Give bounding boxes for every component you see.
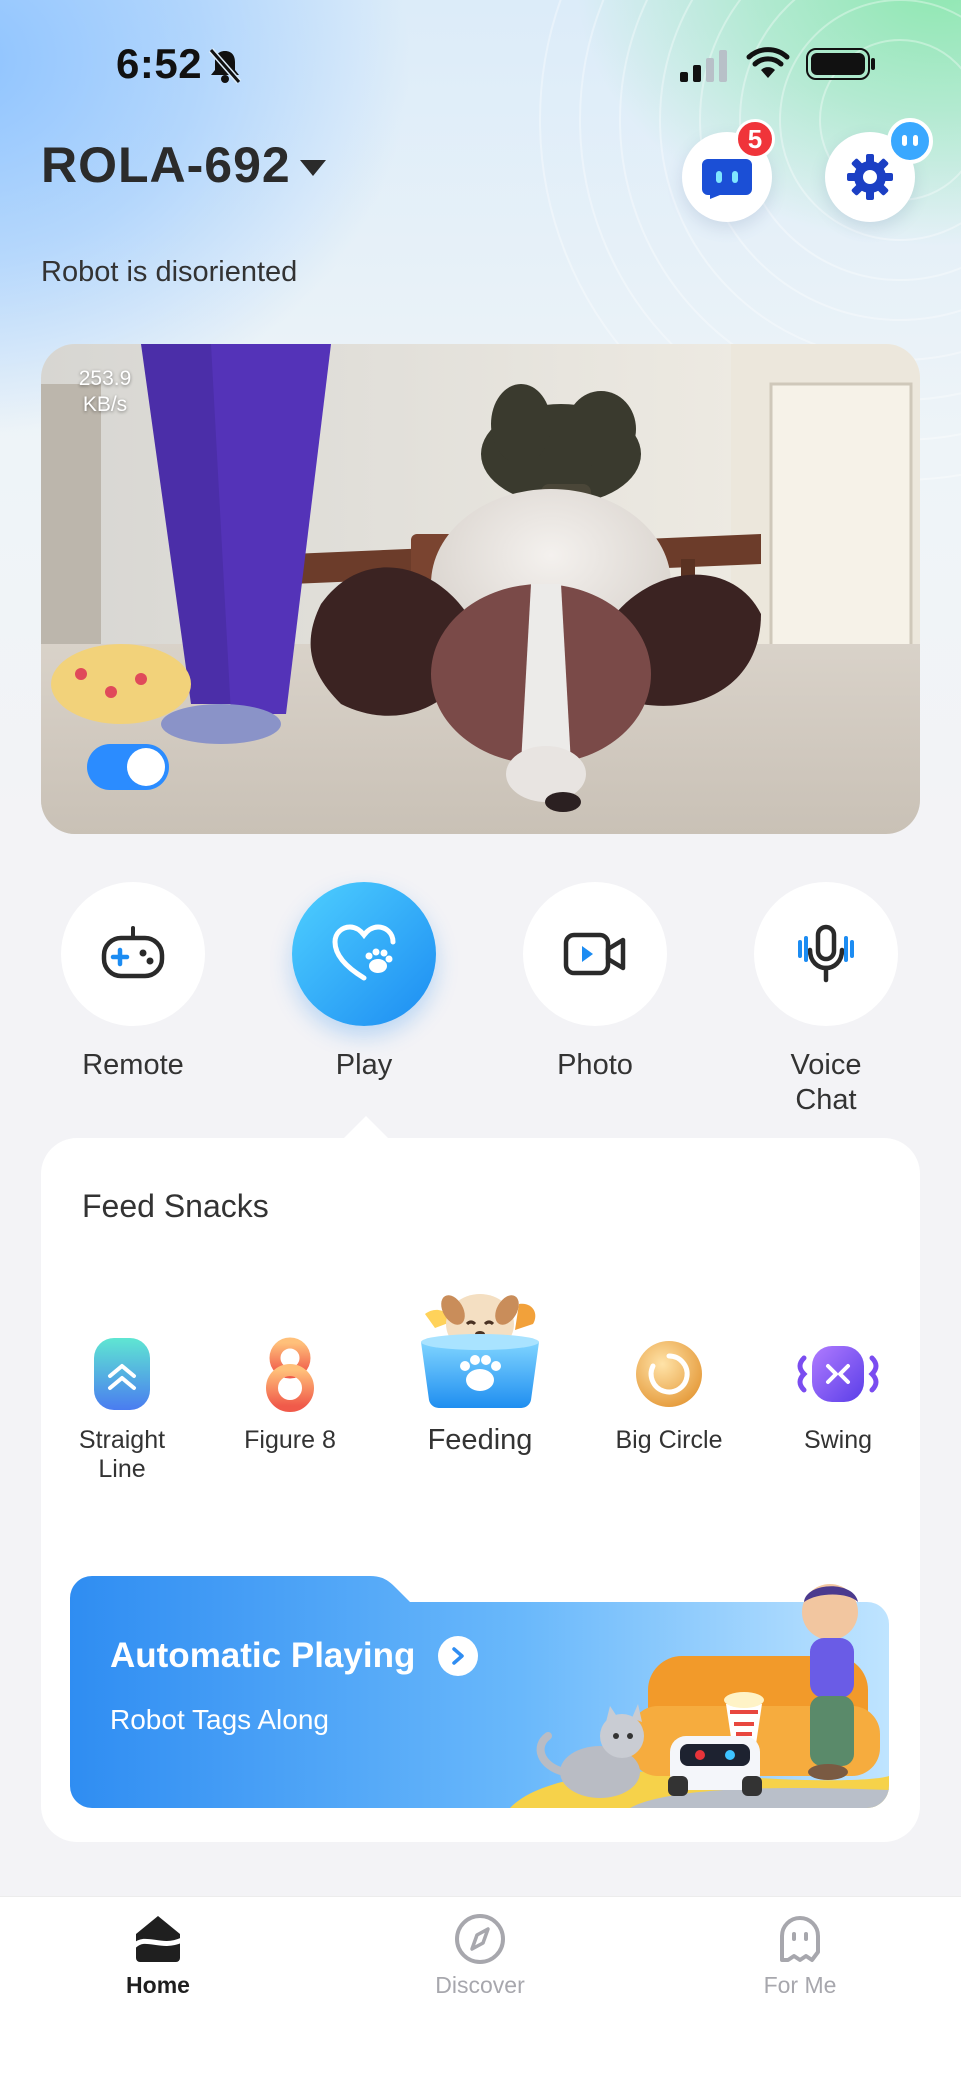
- banner-arrow-button[interactable]: [438, 1636, 478, 1676]
- banner-art: [70, 1576, 889, 1808]
- heart-paw-icon: [332, 924, 396, 981]
- gear-icon: [847, 154, 893, 200]
- bitrate-unit: KB/s: [82, 393, 128, 416]
- play-button[interactable]: [292, 882, 436, 1026]
- device-name[interactable]: ROLA-692: [41, 136, 291, 194]
- big-circle-label: Big Circle: [615, 1426, 723, 1454]
- big-circle-icon: [636, 1341, 702, 1407]
- clock: 6:52: [116, 40, 203, 87]
- bell-slash-icon: [208, 48, 242, 84]
- automatic-playing-banner[interactable]: [70, 1576, 889, 1808]
- compass-icon: [455, 1914, 505, 1964]
- camera-frame: [41, 344, 920, 834]
- figure-8-icon: [266, 1337, 314, 1412]
- tab-discover[interactable]: Discover: [400, 1912, 560, 1999]
- tab-for-me-label: For Me: [763, 1972, 837, 1998]
- bitrate-value: 253.9: [78, 367, 132, 390]
- toggle-knob: [127, 748, 165, 786]
- mode-feeding[interactable]: Feeding: [405, 1284, 555, 1455]
- mode-big-circle[interactable]: Big Circle: [604, 1336, 734, 1455]
- mode-figure-8[interactable]: Figure 8: [230, 1336, 350, 1455]
- notification-badge: 5: [735, 119, 775, 159]
- swing-icon: [797, 1346, 879, 1402]
- bitrate-readout: 253.9 KB/s: [62, 366, 148, 418]
- microphone-icon: [798, 924, 854, 983]
- tab-home[interactable]: Home: [78, 1912, 238, 1999]
- status-bar: 6:52: [0, 0, 961, 130]
- cellular-signal-icon: [680, 50, 727, 82]
- play-action[interactable]: Play: [292, 882, 436, 1083]
- photo-label: Photo: [557, 1049, 633, 1081]
- voice-chat-label-line2: Chat: [795, 1084, 857, 1116]
- voice-chat-action[interactable]: Voice Chat: [754, 882, 898, 1118]
- ghost-icon: [780, 1916, 820, 1962]
- banner-title: Automatic Playing: [110, 1636, 416, 1675]
- tab-for-me[interactable]: For Me: [720, 1912, 880, 1999]
- voice-chat-button[interactable]: [754, 882, 898, 1026]
- robot-status-text: Robot is disoriented: [41, 256, 298, 288]
- photo-action[interactable]: Photo: [523, 882, 667, 1083]
- chevron-right-icon: [452, 1647, 464, 1665]
- gamepad-icon: [101, 926, 165, 979]
- straight-line-label-1: Straight: [78, 1426, 166, 1454]
- banner-subtitle: Robot Tags Along: [110, 1704, 329, 1735]
- voice-chat-label: Voice Chat: [754, 1048, 898, 1118]
- home-icon: [131, 1916, 185, 1962]
- home-screen: 6:52 ROLA-692 5 Robot is disoriented 253…: [0, 0, 961, 2082]
- live-video-feed[interactable]: [41, 344, 920, 834]
- robot-face-icon: [887, 118, 933, 164]
- caret-down-icon[interactable]: [298, 158, 328, 178]
- straight-line-icon: [94, 1338, 150, 1410]
- mode-swing[interactable]: Swing: [778, 1336, 898, 1455]
- swing-label: Swing: [803, 1426, 873, 1454]
- feed-snacks-title: Feed Snacks: [82, 1188, 269, 1224]
- feeding-bowl-icon: [421, 1294, 539, 1409]
- tab-discover-label: Discover: [435, 1972, 525, 1998]
- remote-action[interactable]: Remote: [61, 882, 205, 1083]
- voice-chat-label-line1: Voice: [790, 1049, 862, 1081]
- tab-home-label: Home: [126, 1972, 190, 1998]
- photo-button[interactable]: [523, 882, 667, 1026]
- wifi-icon: [746, 47, 790, 78]
- battery-icon: [806, 48, 875, 80]
- remote-button[interactable]: [61, 882, 205, 1026]
- play-label: Play: [335, 1049, 393, 1081]
- video-camera-icon: [563, 932, 626, 976]
- straight-line-label-2: Line: [98, 1455, 146, 1483]
- video-toggle[interactable]: [87, 744, 169, 790]
- figure-8-label: Figure 8: [244, 1426, 336, 1454]
- mode-straight-line[interactable]: Straight Line: [64, 1336, 180, 1484]
- feeding-label: Feeding: [427, 1424, 533, 1456]
- panel-pointer: [342, 1116, 390, 1140]
- remote-label: Remote: [82, 1049, 184, 1081]
- robot-message-icon: [702, 159, 752, 199]
